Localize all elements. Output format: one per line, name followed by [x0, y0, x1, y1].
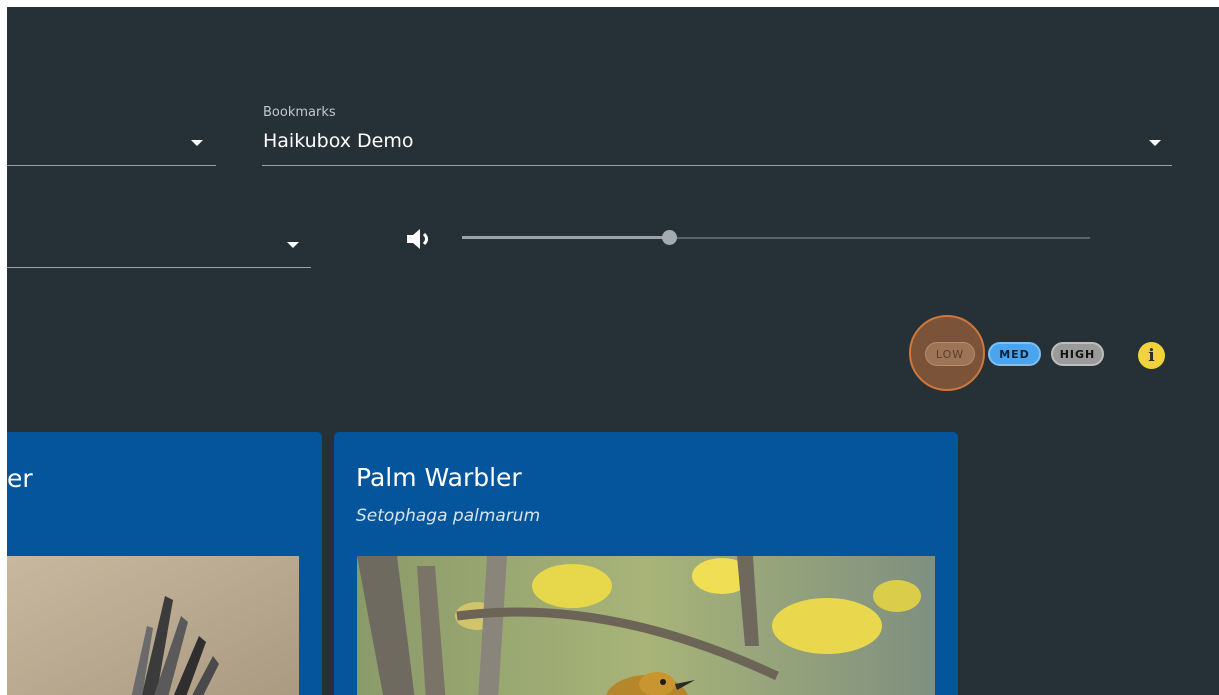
left-select-top-underline	[7, 165, 216, 166]
chevron-down-icon[interactable]	[191, 140, 203, 146]
chevron-down-icon[interactable]	[287, 242, 299, 248]
bookmarks-label: Bookmarks	[263, 105, 336, 120]
chip-med[interactable]: MED	[988, 342, 1041, 366]
chip-high[interactable]: HIGH	[1051, 342, 1104, 366]
app-root: Bookmarks Haikubox Demo LOW MED HIGH i e…	[7, 7, 1219, 695]
chevron-down-icon[interactable]	[1149, 140, 1161, 146]
chip-low[interactable]: LOW	[925, 342, 975, 366]
left-select-bottom-underline	[7, 267, 311, 268]
card-title: er	[7, 464, 33, 493]
volume-slider-thumb[interactable]	[662, 230, 677, 245]
volume-slider-fill	[462, 236, 670, 239]
volume-slider-track[interactable]	[670, 237, 1090, 239]
bookmarks-underline	[262, 165, 1172, 166]
species-card[interactable]: er	[7, 432, 322, 695]
card-scientific-name: Setophaga palmarum	[356, 506, 541, 526]
species-card[interactable]: Palm Warbler Setophaga palmarum	[334, 432, 958, 695]
card-title: Palm Warbler	[356, 463, 522, 492]
bird-photo	[7, 556, 299, 695]
volume-up-icon[interactable]	[405, 226, 435, 252]
info-icon[interactable]: i	[1138, 342, 1165, 369]
bird-photo	[357, 556, 935, 695]
bookmarks-value[interactable]: Haikubox Demo	[263, 130, 414, 152]
